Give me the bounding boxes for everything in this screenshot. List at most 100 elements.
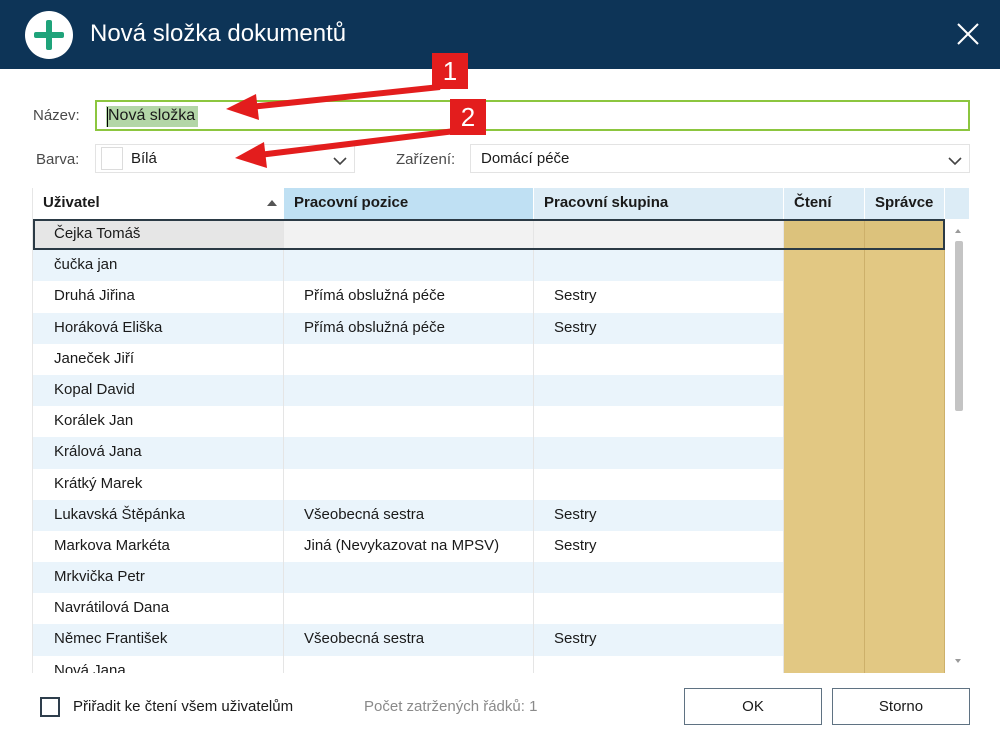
cell-user: Nová Jana xyxy=(33,655,284,673)
cell-read-permission[interactable] xyxy=(784,624,865,656)
cell-group xyxy=(534,374,784,407)
device-label: Zařízení: xyxy=(396,151,456,168)
cell-position: Přímá obslužná péče xyxy=(284,312,534,344)
cell-admin-permission[interactable] xyxy=(865,562,945,594)
cell-read-permission[interactable] xyxy=(784,219,865,251)
cell-read-permission[interactable] xyxy=(784,499,865,531)
cell-read-permission[interactable] xyxy=(784,468,865,500)
cell-user: Čejka Tomáš xyxy=(33,219,284,251)
cell-admin-permission[interactable] xyxy=(865,406,945,438)
cell-admin-permission[interactable] xyxy=(865,530,945,563)
cell-admin-permission[interactable] xyxy=(865,219,945,251)
cell-read-permission[interactable] xyxy=(784,530,865,563)
color-swatch xyxy=(101,147,123,170)
table-row-selected[interactable]: Čejka Tomáš xyxy=(33,219,945,251)
text-caret xyxy=(107,107,108,127)
cell-read-permission[interactable] xyxy=(784,250,865,282)
cell-user: Janeček Jiří xyxy=(33,343,284,375)
table-row[interactable]: Horáková Eliška Přímá obslužná péče Sestry xyxy=(33,312,945,344)
cell-admin-permission[interactable] xyxy=(865,343,945,375)
assign-all-label[interactable]: Přiřadit ke čtení všem uživatelům xyxy=(73,698,293,715)
table-row[interactable]: Korálek Jan xyxy=(33,406,945,438)
table-row[interactable]: Mrkvička Petr xyxy=(33,562,945,594)
assign-all-checkbox[interactable] xyxy=(40,697,60,717)
table-row[interactable]: Kopal David xyxy=(33,374,945,407)
cell-user: Mrkvička Petr xyxy=(33,562,284,594)
name-input[interactable]: Nová složka xyxy=(95,100,970,131)
cell-position xyxy=(284,406,534,438)
cell-user: Kopal David xyxy=(33,374,284,407)
column-header-group[interactable]: Pracovní skupina xyxy=(534,188,784,219)
close-icon[interactable] xyxy=(950,16,986,52)
cell-position: Všeobecná sestra xyxy=(284,499,534,531)
cell-read-permission[interactable] xyxy=(784,593,865,625)
cell-position: Jiná (Nevykazovat na MPSV) xyxy=(284,530,534,563)
table-header: Uživatel Pracovní pozice Pracovní skupin… xyxy=(33,188,969,219)
cell-position xyxy=(284,593,534,625)
table-row[interactable]: Janeček Jiří xyxy=(33,343,945,375)
table-row[interactable]: Krátký Marek xyxy=(33,468,945,500)
cell-read-permission[interactable] xyxy=(784,312,865,344)
cell-admin-permission[interactable] xyxy=(865,499,945,531)
cell-admin-permission[interactable] xyxy=(865,250,945,282)
cell-admin-permission[interactable] xyxy=(865,281,945,313)
cell-admin-permission[interactable] xyxy=(865,624,945,656)
scroll-down-icon[interactable] xyxy=(955,659,961,663)
cell-position xyxy=(284,437,534,469)
cell-user: Korálek Jan xyxy=(33,406,284,438)
table-row[interactable]: Markova Markéta Jiná (Nevykazovat na MPSV… xyxy=(33,530,945,563)
cell-position xyxy=(284,562,534,594)
cell-read-permission[interactable] xyxy=(784,562,865,594)
cell-group xyxy=(534,406,784,438)
table-row[interactable]: Králová Jana xyxy=(33,437,945,469)
cell-admin-permission[interactable] xyxy=(865,593,945,625)
cell-group xyxy=(534,343,784,375)
table-row[interactable]: Němec František Všeobecná sestra Sestry xyxy=(33,624,945,656)
window-title: Nová složka dokumentů xyxy=(90,20,347,47)
cell-group: Sestry xyxy=(534,312,784,344)
column-header-user[interactable]: Uživatel xyxy=(33,188,284,219)
cell-admin-permission[interactable] xyxy=(865,312,945,344)
scroll-thumb[interactable] xyxy=(955,241,963,411)
vertical-scrollbar[interactable] xyxy=(947,219,969,673)
cell-admin-permission[interactable] xyxy=(865,655,945,673)
cell-read-permission[interactable] xyxy=(784,374,865,407)
cell-group: Sestry xyxy=(534,281,784,313)
cell-group: Sestry xyxy=(534,530,784,563)
table-row[interactable]: Nová Jana xyxy=(33,655,945,673)
table-row[interactable]: Druhá Jiřina Přímá obslužná péče Sestry xyxy=(33,281,945,313)
name-input-value: Nová složka xyxy=(106,106,199,127)
cell-group xyxy=(534,437,784,469)
annotation-marker-2: 2 xyxy=(450,99,486,135)
column-header-position[interactable]: Pracovní pozice xyxy=(284,188,534,219)
cell-read-permission[interactable] xyxy=(784,406,865,438)
cell-group xyxy=(534,655,784,673)
column-header-read[interactable]: Čtení xyxy=(784,188,865,219)
cell-position xyxy=(284,374,534,407)
cell-read-permission[interactable] xyxy=(784,655,865,673)
cell-admin-permission[interactable] xyxy=(865,437,945,469)
cell-admin-permission[interactable] xyxy=(865,468,945,500)
plus-circle-icon xyxy=(25,11,73,59)
table-row[interactable]: Navrátilová Dana xyxy=(33,593,945,625)
cell-position xyxy=(284,219,534,251)
cancel-button[interactable]: Storno xyxy=(832,688,970,725)
device-dropdown[interactable]: Domácí péče xyxy=(470,144,970,173)
scroll-up-icon[interactable] xyxy=(955,229,961,233)
table-row[interactable]: čučka jan xyxy=(33,250,945,282)
cell-group xyxy=(534,219,784,251)
users-table: Uživatel Pracovní pozice Pracovní skupin… xyxy=(32,188,969,673)
color-dropdown[interactable]: Bílá xyxy=(95,144,355,173)
chevron-down-icon xyxy=(333,153,347,171)
ok-button[interactable]: OK xyxy=(684,688,822,725)
cell-read-permission[interactable] xyxy=(784,343,865,375)
cell-admin-permission[interactable] xyxy=(865,374,945,407)
column-header-admin[interactable]: Správce xyxy=(865,188,945,219)
title-bar: Nová složka dokumentů xyxy=(0,0,1000,69)
cell-read-permission[interactable] xyxy=(784,437,865,469)
color-value: Bílá xyxy=(131,150,157,167)
table-row[interactable]: Lukavská Štěpánka Všeobecná sestra Sestry xyxy=(33,499,945,531)
cell-group xyxy=(534,562,784,594)
checked-rows-count: Počet zatržených řádků: 1 xyxy=(364,698,538,715)
cell-read-permission[interactable] xyxy=(784,281,865,313)
